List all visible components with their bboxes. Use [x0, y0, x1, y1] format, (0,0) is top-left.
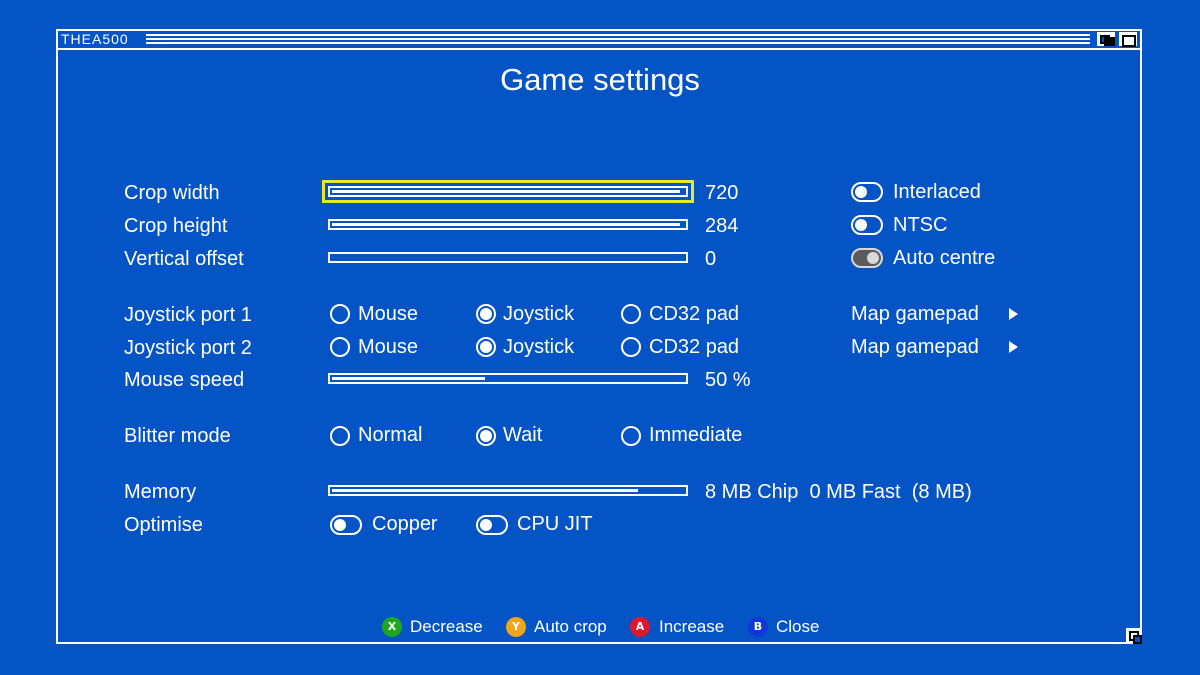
blitter-immediate-label: Immediate — [649, 424, 743, 446]
port1-mouse-label: Mouse — [358, 303, 419, 325]
increase-hint: Increase — [659, 617, 725, 636]
crop-height-fill — [332, 223, 681, 226]
mouse-speed-fill — [332, 377, 485, 380]
interlaced-label: Interlaced — [893, 181, 981, 203]
blitter-normal-label: Normal — [358, 424, 423, 446]
cpu-jit-label: CPU JIT — [517, 513, 593, 535]
depth-gadget-icon[interactable] — [1097, 32, 1115, 46]
zoom-gadget-icon[interactable] — [1119, 32, 1137, 47]
crop-height-slider[interactable] — [328, 219, 688, 230]
crop-height-value: 284 — [705, 215, 739, 237]
port1-map-gamepad-link[interactable]: Map gamepad — [851, 302, 979, 326]
mouse-speed-label: Mouse speed — [124, 369, 245, 391]
decrease-hint: Decrease — [410, 617, 483, 636]
memory-fill — [332, 489, 638, 492]
mouse-speed-value: 50 % — [705, 369, 751, 391]
memory-value: 8 MB Chip 0 MB Fast (8 MB) — [705, 481, 972, 503]
interlaced-toggle[interactable] — [851, 182, 883, 202]
port1-chevron-right-icon[interactable] — [1009, 308, 1018, 320]
port1-cd32-label: CD32 pad — [649, 303, 740, 325]
close-hint: Close — [776, 617, 820, 636]
crop-width-slider[interactable] — [322, 180, 694, 203]
resize-gadget-icon[interactable] — [1126, 628, 1142, 644]
a-button-icon[interactable]: A — [630, 617, 650, 637]
port2-mouse-radio[interactable] — [330, 337, 350, 357]
ntsc-toggle[interactable] — [851, 215, 883, 235]
port1-joystick-radio[interactable] — [476, 304, 496, 324]
port2-cd32-label: CD32 pad — [649, 336, 740, 358]
port1-mouse-radio[interactable] — [330, 304, 350, 324]
port2-joystick-radio[interactable] — [476, 337, 496, 357]
crop-width-value: 720 — [705, 182, 739, 204]
mouse-speed-slider[interactable] — [328, 373, 688, 384]
auto-centre-label: Auto centre — [893, 247, 996, 269]
port1-joystick-label: Joystick — [503, 303, 575, 325]
blitter-wait-radio[interactable] — [476, 426, 496, 446]
page-title: Game settings — [500, 62, 700, 97]
cpu-jit-toggle[interactable] — [476, 515, 508, 535]
port1-cd32-radio[interactable] — [621, 304, 641, 324]
b-button-icon[interactable]: B — [748, 617, 768, 637]
vertical-offset-slider[interactable] — [328, 252, 688, 263]
crop-height-label: Crop height — [124, 215, 228, 237]
copper-toggle[interactable] — [330, 515, 362, 535]
blitter-normal-radio[interactable] — [330, 426, 350, 446]
auto-centre-toggle[interactable] — [851, 248, 883, 268]
port2-joystick-label: Joystick — [503, 336, 575, 358]
port2-cd32-radio[interactable] — [621, 337, 641, 357]
window-title: THEA500 — [61, 31, 129, 47]
copper-label: Copper — [372, 513, 438, 535]
auto-crop-hint: Auto crop — [534, 617, 607, 636]
blitter-wait-label: Wait — [503, 424, 543, 446]
title-bar-stripes — [146, 34, 1090, 45]
joystick-port-1-label: Joystick port 1 — [124, 304, 252, 326]
memory-slider[interactable] — [328, 485, 688, 496]
vertical-offset-value: 0 — [705, 248, 717, 270]
port2-mouse-label: Mouse — [358, 336, 419, 358]
memory-label: Memory — [124, 481, 197, 503]
blitter-immediate-radio[interactable] — [621, 426, 641, 446]
port2-chevron-right-icon[interactable] — [1009, 341, 1018, 353]
port2-map-gamepad-link[interactable]: Map gamepad — [851, 335, 979, 359]
joystick-port-2-label: Joystick port 2 — [124, 337, 252, 359]
crop-width-fill — [332, 190, 681, 193]
ntsc-label: NTSC — [893, 214, 948, 236]
blitter-mode-label: Blitter mode — [124, 425, 231, 447]
optimise-label: Optimise — [124, 514, 203, 536]
crop-width-label: Crop width — [124, 182, 220, 204]
vertical-offset-label: Vertical offset — [124, 248, 244, 270]
title-bar[interactable]: THEA500 — [58, 31, 1140, 50]
x-button-icon[interactable]: X — [382, 617, 402, 637]
y-button-icon[interactable]: Y — [506, 617, 526, 637]
